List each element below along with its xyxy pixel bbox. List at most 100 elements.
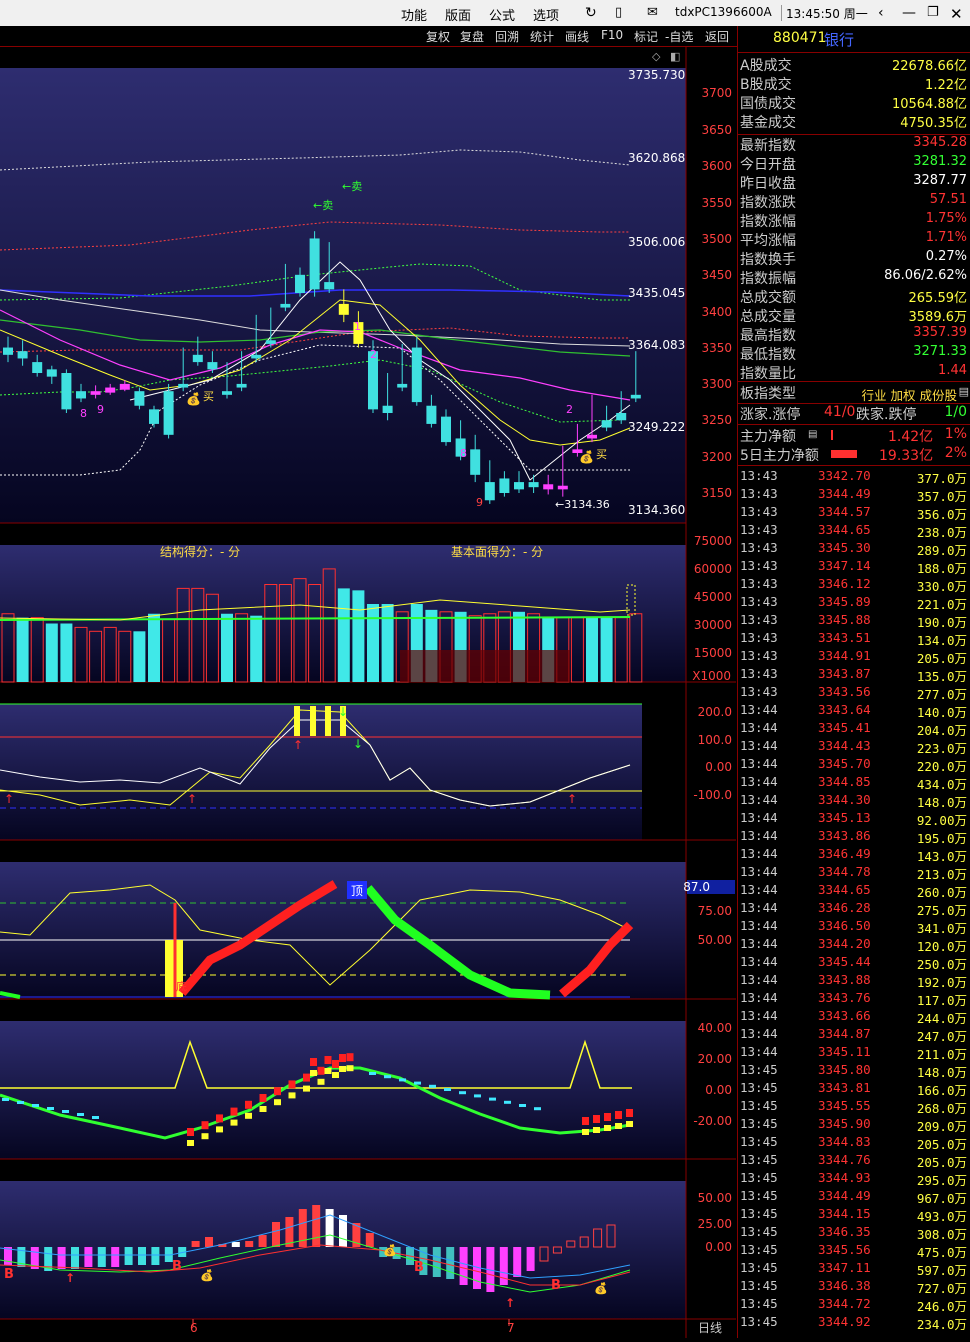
- stat-row: 总成交额 265.59亿: [738, 287, 970, 306]
- phone-icon[interactable]: ▯: [615, 5, 622, 20]
- tick-price: 3343.66: [818, 1008, 871, 1023]
- date-axis: 6 7 日线: [190, 1319, 722, 1335]
- ind4-bar: [312, 1205, 321, 1247]
- back-icon[interactable]: ‹: [878, 5, 884, 21]
- tick-time: 13:44: [740, 900, 778, 915]
- tick-volume: 250.0万: [916, 957, 967, 972]
- menu-item-formula[interactable]: 公式: [489, 5, 515, 24]
- replay-button[interactable]: 复盘: [460, 28, 484, 45]
- backtrack-button[interactable]: 回溯: [495, 28, 519, 45]
- tick-time: 13:43: [740, 486, 778, 501]
- tick-row: 13:45 3344.76 205.0万: [738, 1152, 970, 1170]
- draw-line-button[interactable]: 画线: [565, 28, 589, 45]
- candle-body: [528, 482, 539, 488]
- tick-price: 3343.51: [818, 630, 871, 645]
- statistics-button[interactable]: 统计: [530, 28, 554, 45]
- candle-body: [324, 282, 335, 290]
- ind3-dash: [429, 1084, 436, 1088]
- tick-row: 13:44 3343.64 140.0万: [738, 702, 970, 720]
- menu-icon[interactable]: ▤: [808, 429, 817, 440]
- tick-price: 3345.13: [818, 810, 871, 825]
- tick-volume: 143.0万: [916, 849, 967, 864]
- stat-row: 国债成交 10564.88亿: [738, 93, 970, 112]
- ind4-bar: [151, 1247, 160, 1265]
- tick-row: 13:45 3347.11 597.0万: [738, 1260, 970, 1278]
- tick-time: 13:44: [740, 954, 778, 969]
- divider: [738, 465, 970, 466]
- ind3-dash: [399, 1078, 406, 1082]
- menu-item-function[interactable]: 功能: [401, 5, 427, 24]
- restore-icon[interactable]: ❐: [927, 5, 939, 20]
- tick-time: 13:43: [740, 540, 778, 555]
- index-type-value[interactable]: 行业 加权 成份股: [862, 385, 957, 404]
- candle-body: [470, 449, 481, 475]
- ind4-bar: [71, 1247, 79, 1269]
- tick-time: 13:45: [740, 1116, 778, 1131]
- tick-time: 13:43: [740, 522, 778, 537]
- stat-label: A股成交: [740, 58, 792, 74]
- price-label-low: 3134.360: [628, 503, 685, 517]
- structure-score-label: 结构得分：- 分: [160, 544, 240, 559]
- chart-area[interactable]: ◇ ◧ 3735.730 3620.868 3506.006 3435.045 …: [0, 47, 737, 1338]
- tick-price: 3345.44: [818, 954, 871, 969]
- axis-tick: 40.00: [698, 1021, 732, 1035]
- close-icon[interactable]: ✕: [950, 5, 963, 23]
- ind3-bar-yellow: [615, 1123, 622, 1129]
- tick-price: 3344.83: [818, 1134, 871, 1149]
- ind4-bar: [526, 1247, 535, 1271]
- ind4-axis: 50.00 25.00 0.00: [698, 1191, 732, 1254]
- tick-time: 13:43: [740, 468, 778, 483]
- period-label: 日线: [698, 1321, 722, 1335]
- volume-bar: [250, 615, 263, 682]
- tick-time: 13:45: [740, 1224, 778, 1239]
- menu-bar: 功能 版面 公式 选项 ↻ ▯ ✉ tdxPC1396600A 13:45:50…: [0, 0, 970, 26]
- volume-bar: [221, 613, 233, 682]
- tick-price: 3344.91: [818, 648, 871, 663]
- divider: [738, 424, 970, 425]
- tick-row: 13:44 3344.20 120.0万: [738, 936, 970, 954]
- menu-item-options[interactable]: 选项: [533, 5, 559, 24]
- volume-bar: [352, 590, 365, 682]
- up-arrow-icon: ↑: [65, 1271, 75, 1285]
- volume-bar: [133, 631, 146, 682]
- axis-tick: 20.00: [698, 1052, 732, 1066]
- ind4-bar: [124, 1247, 133, 1265]
- mark-button[interactable]: 标记: [634, 28, 658, 45]
- flow-pct: 1%: [944, 426, 967, 442]
- axis-tick: -100.0: [693, 788, 732, 802]
- ind3-dash: [62, 1110, 69, 1113]
- tick-volume: 205.0万: [916, 1155, 967, 1170]
- candle-body: [3, 347, 13, 355]
- tick-row: 13:44 3345.41 204.0万: [738, 720, 970, 738]
- candle-body: [222, 391, 232, 395]
- up-count-value: 41/0: [824, 404, 856, 420]
- stat-value: 1.75%: [925, 211, 967, 226]
- mail-icon[interactable]: ✉: [647, 5, 658, 20]
- candle-body: [484, 482, 495, 501]
- menu-icon[interactable]: ▤: [959, 385, 969, 398]
- price-label-high: 3735.730: [628, 68, 685, 82]
- candle-body: [630, 394, 641, 399]
- tick-volume: 357.0万: [916, 489, 967, 504]
- stat-label: 今日开盘: [740, 157, 796, 173]
- volume-bar: [600, 617, 613, 682]
- tick-volume: 238.0万: [916, 525, 967, 540]
- ind1-bar: [294, 706, 300, 736]
- tick-price: 3344.78: [818, 864, 871, 879]
- stat-row: 昨日收盘 3287.77: [738, 173, 970, 192]
- refresh-icon[interactable]: ↻: [585, 5, 597, 21]
- remove-watchlist-button[interactable]: -自选: [665, 28, 693, 45]
- tick-row: 13:44 3344.87 247.0万: [738, 1026, 970, 1044]
- tick-time: 13:44: [740, 936, 778, 951]
- tick-volume: 135.0万: [916, 669, 967, 684]
- minimize-icon[interactable]: —: [902, 5, 916, 21]
- date-label: 7: [507, 1321, 515, 1335]
- top-label: 顶: [351, 884, 363, 898]
- tick-row: 13:45 3345.90 209.0万: [738, 1116, 970, 1134]
- ind3-bar-red: [303, 1073, 310, 1082]
- menu-item-layout[interactable]: 版面: [445, 5, 471, 24]
- tick-time: 13:45: [740, 1152, 778, 1167]
- return-button[interactable]: 返回: [705, 28, 729, 45]
- restore-rights-button[interactable]: 复权: [426, 28, 450, 45]
- f10-button[interactable]: F10: [601, 28, 623, 42]
